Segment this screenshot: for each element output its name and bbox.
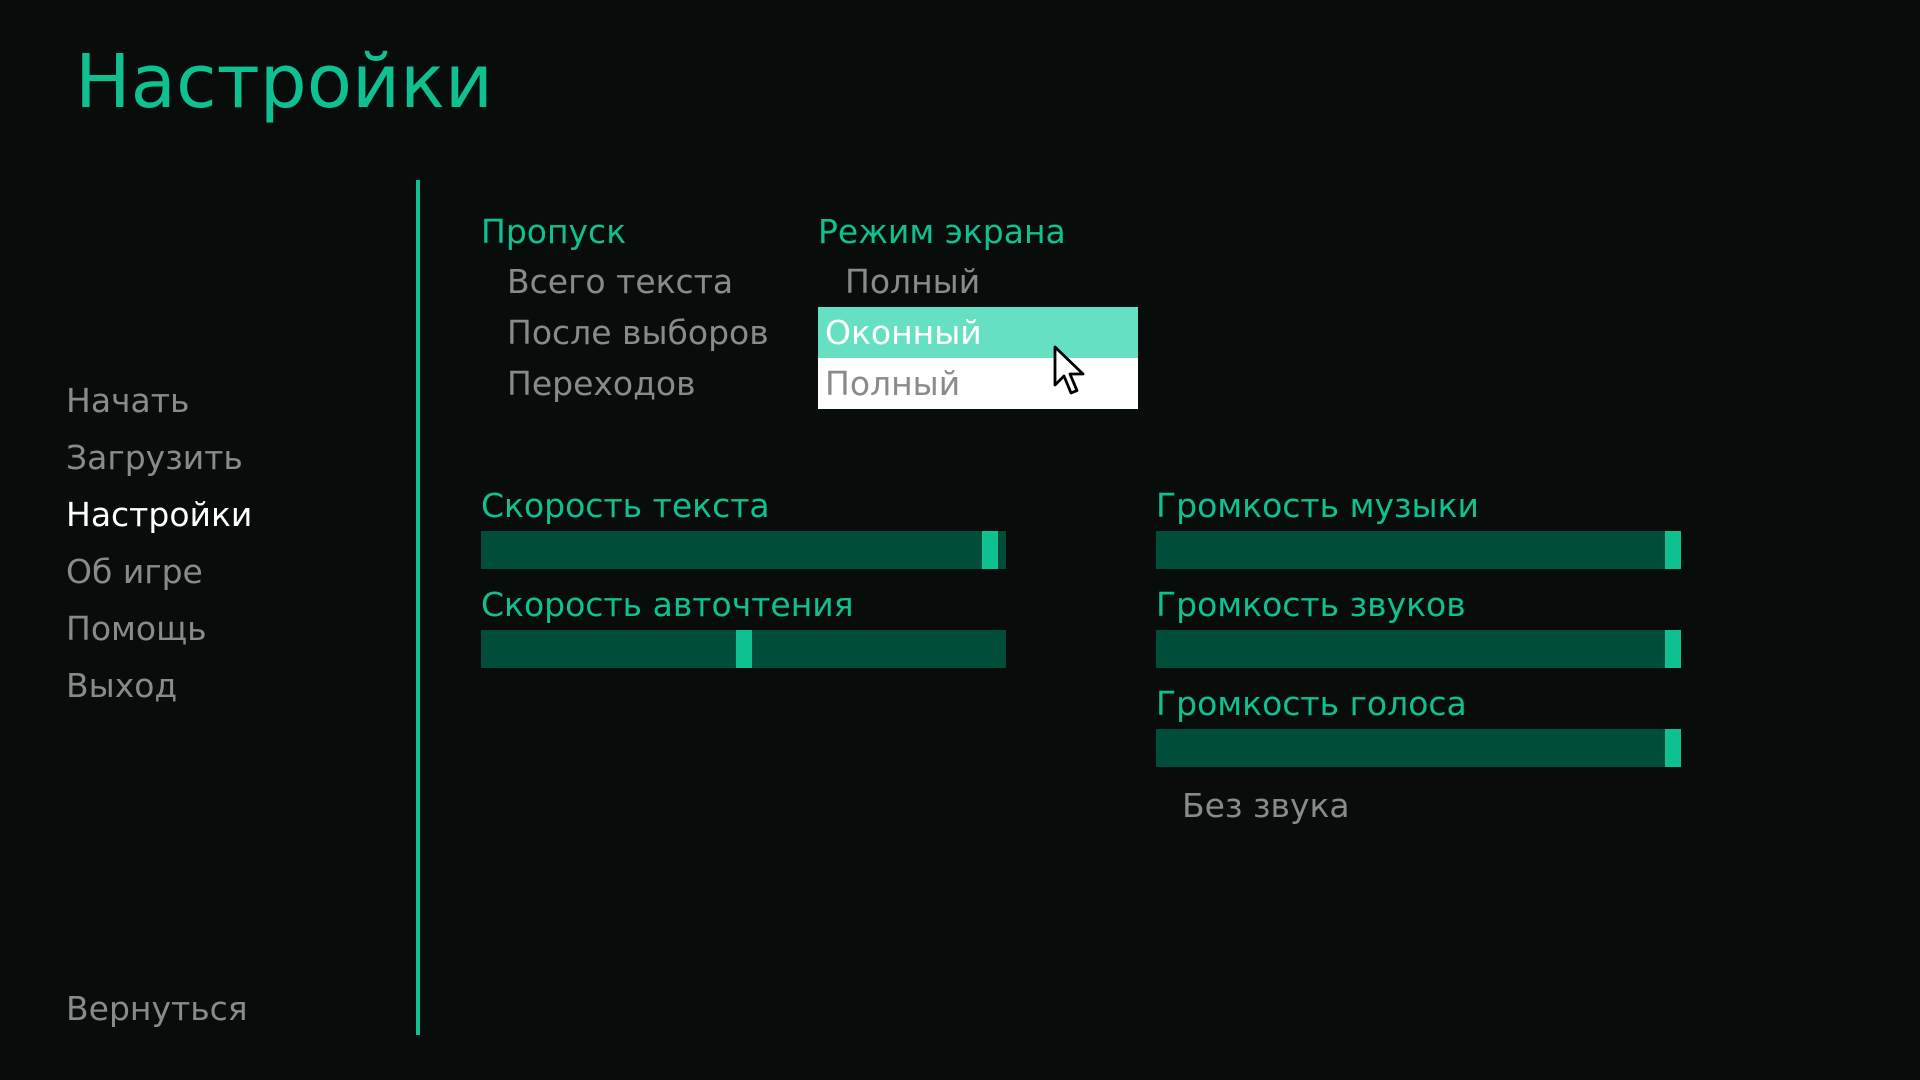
nav-divider: [416, 180, 420, 1035]
return-button[interactable]: Вернуться: [66, 980, 248, 1037]
music-volume-label: Громкость музыки: [1156, 486, 1479, 525]
display-mode-dropdown: Оконный Полный: [818, 307, 1138, 409]
music-volume-slider-thumb[interactable]: [1665, 531, 1681, 569]
nav-item-help[interactable]: Помощь: [66, 600, 406, 657]
voice-volume-slider-thumb[interactable]: [1665, 729, 1681, 767]
music-volume-slider[interactable]: [1156, 531, 1681, 569]
voice-volume-label: Громкость голоса: [1156, 684, 1467, 723]
voice-volume-slider[interactable]: [1156, 729, 1681, 767]
auto-speed-slider[interactable]: [481, 630, 1006, 668]
text-speed-slider-thumb[interactable]: [982, 531, 998, 569]
skip-label: Пропуск: [481, 212, 627, 251]
settings-screen: Настройки Начать Загрузить Настройки Об …: [0, 0, 1920, 1080]
mute-all-toggle[interactable]: Без звука: [1182, 781, 1350, 831]
sound-volume-label: Громкость звуков: [1156, 585, 1466, 624]
nav-item-start[interactable]: Начать: [66, 372, 406, 429]
nav-item-exit[interactable]: Выход: [66, 657, 406, 714]
text-speed-slider[interactable]: [481, 531, 1006, 569]
skip-option-transitions[interactable]: Переходов: [507, 359, 696, 409]
nav-item-about[interactable]: Об игре: [66, 543, 406, 600]
text-speed-label: Скорость текста: [481, 486, 770, 525]
skip-option-after-choices[interactable]: После выборов: [507, 308, 769, 358]
skip-option-all-text[interactable]: Всего текста: [507, 257, 733, 307]
dropdown-option-fullscreen[interactable]: Полный: [818, 358, 1138, 409]
nav-item-load[interactable]: Загрузить: [66, 429, 406, 486]
page-title: Настройки: [75, 39, 493, 125]
display-mode-label: Режим экрана: [818, 212, 1066, 251]
sound-volume-slider-thumb[interactable]: [1665, 630, 1681, 668]
main-nav: Начать Загрузить Настройки Об игре Помощ…: [66, 372, 406, 714]
display-mode-current[interactable]: Полный: [845, 257, 980, 307]
sound-volume-slider[interactable]: [1156, 630, 1681, 668]
dropdown-option-windowed[interactable]: Оконный: [818, 307, 1138, 358]
auto-speed-slider-thumb[interactable]: [736, 630, 752, 668]
nav-item-settings[interactable]: Настройки: [66, 486, 406, 543]
mouse-cursor-icon: [1053, 345, 1085, 395]
auto-speed-label: Скорость авточтения: [481, 585, 854, 624]
